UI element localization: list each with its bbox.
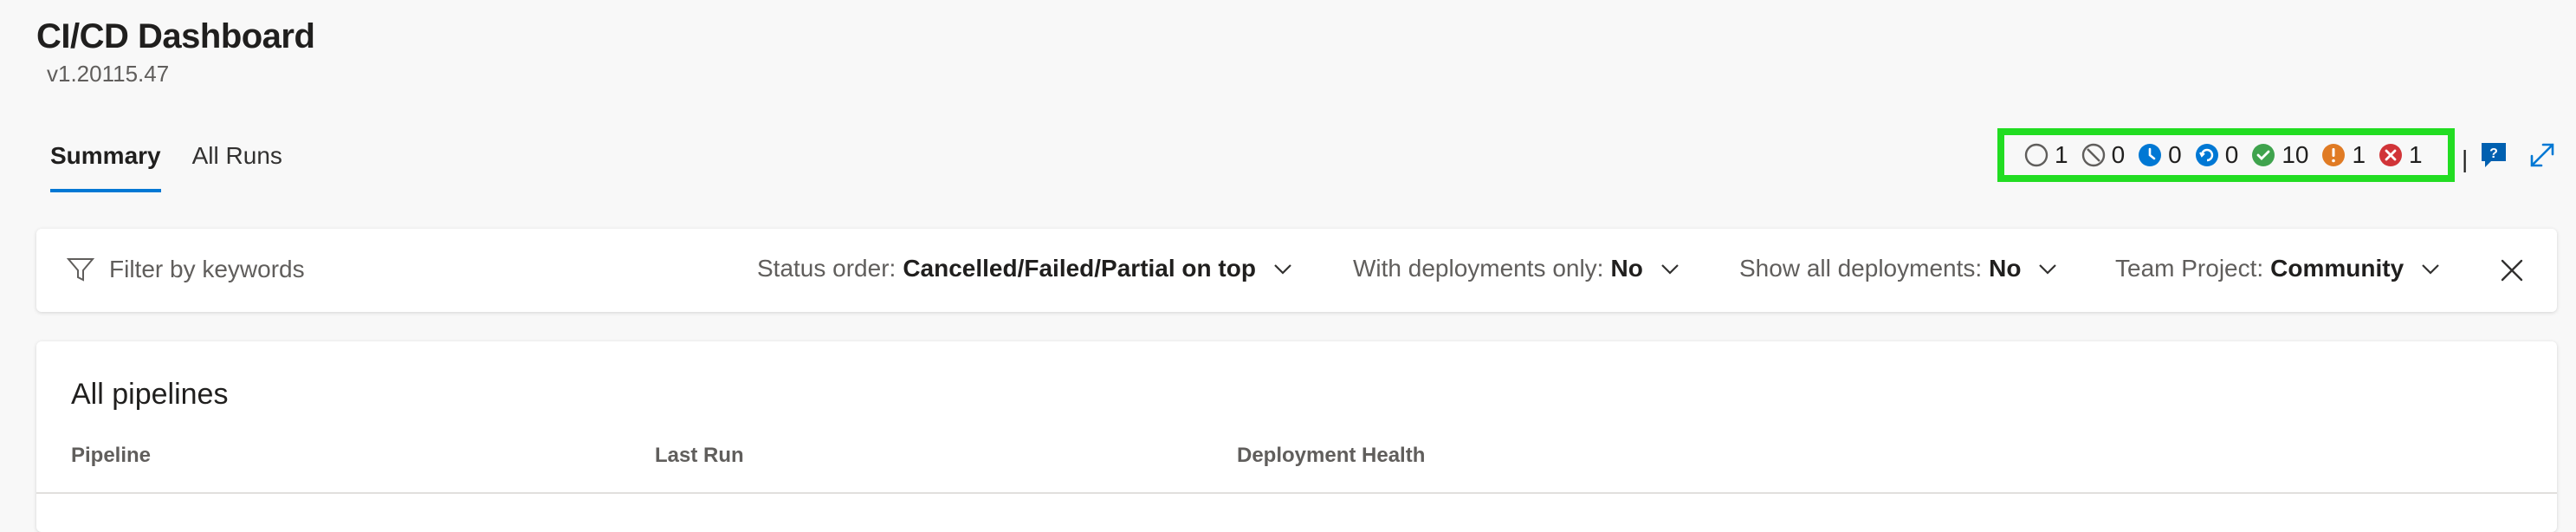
status-succeeded[interactable]: 10 <box>2250 141 2308 169</box>
status-count: 0 <box>2111 141 2126 168</box>
dropdown-label: Status order: <box>757 255 896 282</box>
filter-funnel-icon <box>66 255 95 284</box>
failed-icon <box>2378 142 2404 168</box>
toolbar-separator: | <box>2462 146 2469 172</box>
tab-bar: Summary All Runs <box>50 142 282 192</box>
dropdown-value: No <box>1610 255 1643 282</box>
status-not-started[interactable]: 1 <box>2023 141 2068 169</box>
clear-filters-close-icon[interactable] <box>2500 258 2524 282</box>
in-progress-icon <box>2194 142 2220 168</box>
dropdown-value: Community <box>2270 255 2404 282</box>
dropdown-value: Cancelled/Failed/Partial on top <box>903 255 1256 282</box>
filter-bar: Filter by keywords Status order: Cancell… <box>36 229 2557 312</box>
dropdown-value: No <box>1989 255 2022 282</box>
chevron-down-icon <box>1661 264 1679 275</box>
status-failed[interactable]: 1 <box>2378 141 2423 169</box>
status-count: 1 <box>2055 141 2068 168</box>
version-label: v1.20115.47 <box>47 61 170 87</box>
pipelines-card: All pipelines Pipeline Last Run Deployme… <box>36 341 2557 532</box>
status-count: 10 <box>2282 141 2309 168</box>
dropdown-label: Show all deployments: <box>1739 255 1983 282</box>
status-in-progress[interactable]: 0 <box>2194 141 2239 169</box>
status-count: 1 <box>2352 141 2366 168</box>
chevron-down-icon <box>1274 264 1291 275</box>
keyword-filter[interactable]: Filter by keywords <box>66 255 305 284</box>
status-summary-bar: 1 0 0 0 10 1 1 <box>1997 128 2455 182</box>
status-partially-succeeded[interactable]: 1 <box>2320 141 2366 169</box>
tab-summary[interactable]: Summary <box>50 142 161 192</box>
feedback-icon[interactable]: ? <box>2479 140 2508 170</box>
status-count: 1 <box>2409 141 2423 168</box>
tab-all-runs[interactable]: All Runs <box>192 142 282 192</box>
dropdown-label: Team Project: <box>2115 255 2264 282</box>
status-count: 0 <box>2168 141 2182 168</box>
deployments-only-dropdown[interactable]: With deployments only: No <box>1353 255 1681 282</box>
expand-icon[interactable] <box>2527 140 2557 170</box>
column-header-deployment-health[interactable]: Deployment Health <box>1237 444 1425 468</box>
pipelines-card-title: All pipelines <box>71 378 229 411</box>
table-header-divider <box>36 492 2557 494</box>
page-title: CI/CD Dashboard <box>36 17 315 55</box>
queued-icon <box>2137 142 2163 168</box>
partially-succeeded-icon <box>2320 142 2346 168</box>
svg-text:?: ? <box>2489 146 2498 161</box>
status-cancelled[interactable]: 0 <box>2081 141 2126 169</box>
dropdown-label: With deployments only: <box>1353 255 1604 282</box>
status-queued[interactable]: 0 <box>2137 141 2182 169</box>
team-project-dropdown[interactable]: Team Project: Community <box>2115 255 2442 282</box>
succeeded-icon <box>2250 142 2276 168</box>
status-count: 0 <box>2224 141 2239 168</box>
filter-keywords-input[interactable]: Filter by keywords <box>109 256 305 283</box>
column-header-pipeline[interactable]: Pipeline <box>71 444 151 468</box>
status-order-dropdown[interactable]: Status order: Cancelled/Failed/Partial o… <box>757 255 1294 282</box>
cancelled-icon <box>2081 142 2107 168</box>
show-all-deployments-dropdown[interactable]: Show all deployments: No <box>1739 255 2059 282</box>
chevron-down-icon <box>2422 264 2439 275</box>
chevron-down-icon <box>2039 264 2057 275</box>
not-started-icon <box>2023 142 2049 168</box>
column-header-last-run[interactable]: Last Run <box>655 444 744 468</box>
